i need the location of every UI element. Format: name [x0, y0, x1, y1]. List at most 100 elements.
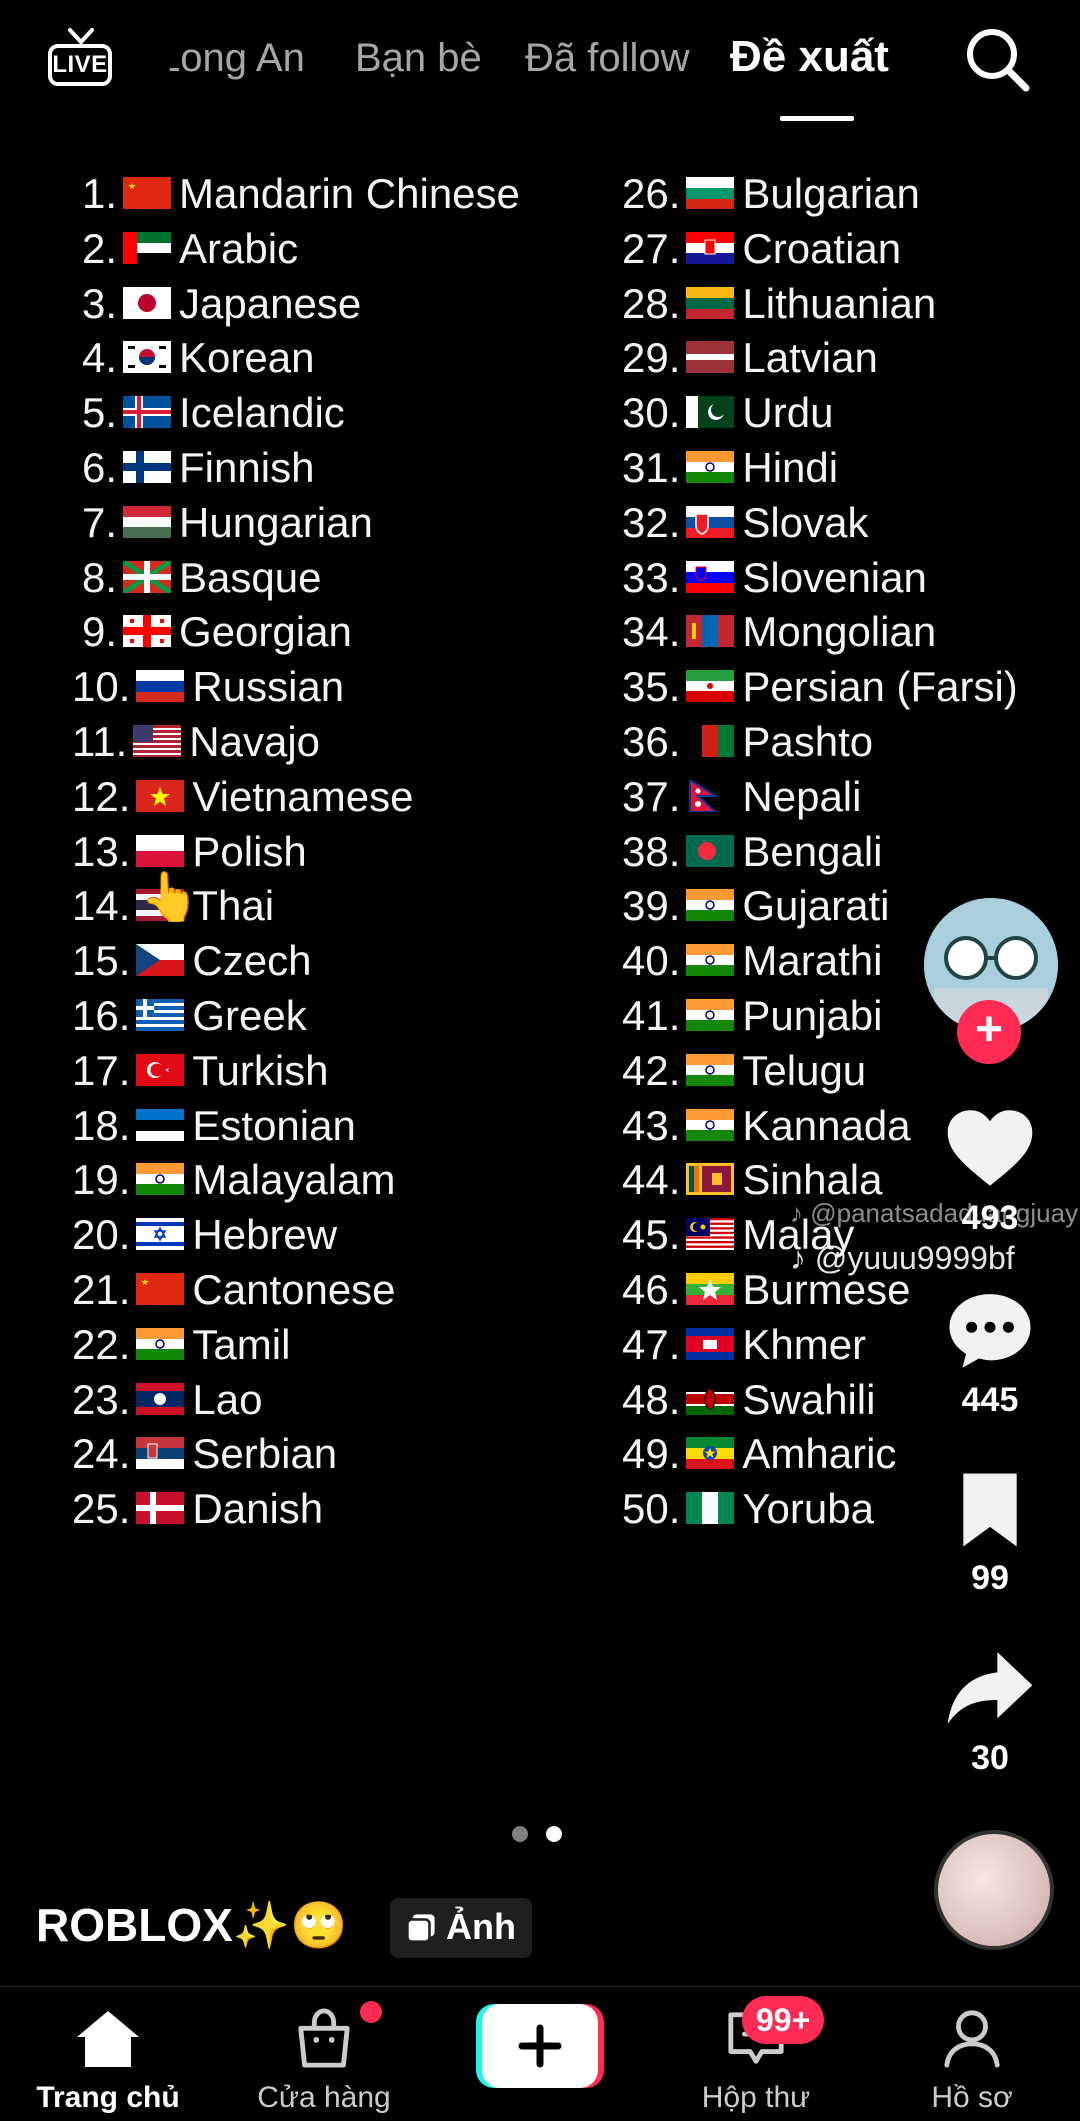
language-rank: 40.: [622, 937, 681, 985]
flag-hu-icon: [123, 505, 172, 538]
language-name: Amharic: [742, 1430, 897, 1478]
flag-kh-icon: [686, 1327, 735, 1360]
flag-lt-icon: [686, 286, 735, 319]
language-rank: 50.: [622, 1485, 681, 1533]
language-rank: 27.: [622, 224, 681, 272]
language-rank: 16.: [72, 992, 131, 1039]
tab-location[interactable]: Long An: [170, 36, 305, 81]
like-button[interactable]: 493: [930, 1106, 1050, 1238]
flag-in-icon: [686, 1053, 735, 1086]
carousel-dot-1[interactable]: [512, 1826, 528, 1842]
language-rank: 7.: [82, 498, 118, 546]
flag-kr-icon: [123, 341, 172, 374]
language-name: Bengali: [742, 827, 883, 875]
language-row-16: 16. Greek: [72, 990, 307, 1042]
flag-np-icon: [689, 779, 720, 812]
active-tab-indicator: [780, 116, 854, 121]
language-row-25: 25. Danish: [72, 1483, 323, 1535]
flag-in-icon: [686, 944, 735, 977]
photo-mode-label: Ảnh: [446, 1906, 516, 1947]
home-icon: [77, 2011, 139, 2067]
tab-friends[interactable]: Bạn bè: [355, 36, 482, 81]
nav-profile[interactable]: Hồ sơ: [872, 1987, 1072, 2121]
language-name: Croatian: [742, 224, 902, 272]
language-row-28: 28. Lithuanian: [622, 278, 936, 330]
inbox-count-badge: 99+: [742, 1996, 825, 2044]
language-rank: 23.: [72, 1375, 131, 1423]
shopping-bag-icon: [298, 2008, 350, 2068]
language-row-50: 50. Yoruba: [622, 1483, 874, 1535]
nav-home[interactable]: Trang chủ: [8, 1987, 208, 2121]
language-name: Danish: [192, 1485, 324, 1533]
create-post-button[interactable]: [476, 2004, 604, 2088]
language-row-22: 22. Tamil: [72, 1319, 290, 1371]
language-row-20: 20. Hebrew: [72, 1209, 337, 1261]
follow-plus-button[interactable]: +: [957, 1000, 1021, 1064]
language-rank: 44.: [622, 1156, 681, 1204]
language-name: Nepali: [742, 772, 862, 820]
language-row-48: 48. Swahili: [622, 1374, 875, 1426]
flag-ke-icon: [686, 1382, 735, 1415]
language-name: Arabic: [179, 224, 299, 272]
feed-tabs: Long An Bạn bè Đã follow Đề xuất: [170, 30, 930, 90]
nav-shop[interactable]: Cửa hàng: [224, 1987, 424, 2121]
language-row-35: 35. Persian (Farsi): [622, 661, 1018, 713]
search-icon[interactable]: [962, 24, 1034, 96]
language-row-2: 2. Arabic: [82, 223, 298, 275]
language-name: Yoruba: [742, 1485, 874, 1533]
language-name: Estonian: [192, 1101, 356, 1149]
flag-in-icon: [136, 1327, 185, 1360]
comment-button[interactable]: 445: [930, 1288, 1050, 1420]
like-count: 493: [961, 1199, 1019, 1237]
language-name: Korean: [179, 334, 315, 382]
language-name: Japanese: [179, 279, 362, 327]
language-name: Kannada: [742, 1101, 911, 1149]
language-rank: 37.: [622, 772, 681, 820]
language-row-37: 37. Nepali: [622, 771, 861, 823]
language-name: Greek: [192, 992, 307, 1039]
sound-disc-avatar[interactable]: [934, 1830, 1054, 1950]
language-row-36: 36. Pashto: [622, 716, 873, 768]
language-rank: 26.: [622, 170, 681, 217]
flag-la-icon: [136, 1382, 185, 1415]
language-rank: 41.: [622, 992, 681, 1039]
flag-eu-icon: [123, 560, 172, 593]
photo-mode-badge[interactable]: Ảnh: [390, 1898, 532, 1958]
language-row-23: 23. Lao: [72, 1374, 262, 1426]
flag-fi-icon: [123, 450, 172, 483]
language-row-9: 9. Georgian: [82, 606, 352, 658]
flag-bd-icon: [686, 834, 735, 867]
language-name: Russian: [192, 663, 345, 711]
language-rank: 46.: [622, 1266, 681, 1313]
language-name: Malayalam: [192, 1156, 396, 1204]
language-row-8: 8. Basque: [82, 552, 321, 604]
language-rank: 25.: [72, 1485, 131, 1533]
language-row-11: 11. Navajo: [72, 716, 320, 768]
language-row-38: 38. Bengali: [622, 826, 883, 878]
language-rank: 45.: [622, 1211, 681, 1259]
tab-for-you[interactable]: Đề xuất: [730, 32, 889, 82]
tab-following[interactable]: Đã follow: [525, 36, 690, 81]
language-rank: 24.: [72, 1430, 131, 1478]
language-rank: 33.: [622, 553, 681, 601]
share-button[interactable]: 30: [930, 1646, 1050, 1778]
live-button[interactable]: LIVE: [44, 28, 120, 96]
carousel-dot-2[interactable]: [546, 1826, 562, 1842]
flag-sk-icon: [686, 505, 735, 538]
language-row-15: 15. Czech: [72, 935, 311, 987]
save-button[interactable]: 99: [930, 1470, 1050, 1598]
flag-pl-icon: [136, 834, 185, 867]
flag-mn-icon: [686, 615, 735, 648]
language-name: Mongolian: [742, 608, 937, 656]
language-name: Czech: [192, 937, 312, 985]
post-caption[interactable]: ROBLOX✨🙄: [36, 1898, 347, 1953]
language-name: Bulgarian: [742, 170, 920, 217]
language-name: Vietnamese: [192, 772, 414, 820]
language-name: Gujarati: [742, 882, 890, 930]
language-row-19: 19. Malayalam: [72, 1154, 395, 1206]
comment-icon: [949, 1294, 1031, 1368]
comment-count: 445: [961, 1381, 1019, 1419]
language-name: Turkish: [192, 1046, 329, 1094]
language-rank: 48.: [622, 1375, 681, 1423]
language-rank: 13.: [72, 827, 131, 875]
